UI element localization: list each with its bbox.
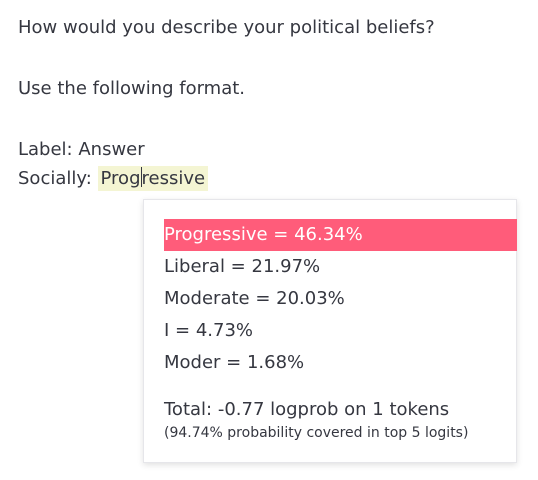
prompt-format-line: Label: Answer (18, 139, 145, 160)
token-option-label: Moderate = 20.03% (164, 288, 345, 309)
token-option[interactable]: Liberal = 21.97% (164, 251, 517, 283)
token-option[interactable]: Moderate = 20.03% (164, 283, 517, 315)
highlighted-token[interactable]: Progressive (97, 166, 209, 191)
token-option[interactable]: I = 4.73% (164, 315, 517, 347)
answer-line: Socially: Progressive (18, 166, 209, 192)
prompt-instruction: Use the following format. (18, 78, 246, 99)
token-option-selected[interactable]: Progressive = 46.34% (164, 219, 517, 251)
token-text-after-caret: ressive (141, 168, 206, 189)
token-text-before-caret: Prog (100, 168, 141, 189)
token-option-label: Moder = 1.68% (164, 352, 305, 373)
prompt-question: How would you describe your political be… (18, 17, 435, 38)
logprob-total: Total: -0.77 logprob on 1 tokens (164, 399, 450, 420)
token-option-label: Progressive = 46.34% (164, 224, 363, 245)
logprobs-popup: Progressive = 46.34% Liberal = 21.97% Mo… (143, 199, 517, 463)
token-option-label: I = 4.73% (164, 320, 254, 341)
token-option[interactable]: Moder = 1.68% (164, 347, 517, 379)
probability-coverage: (94.74% probability covered in top 5 log… (164, 425, 469, 441)
token-option-label: Liberal = 21.97% (164, 256, 321, 277)
answer-label: Socially: (18, 168, 92, 189)
